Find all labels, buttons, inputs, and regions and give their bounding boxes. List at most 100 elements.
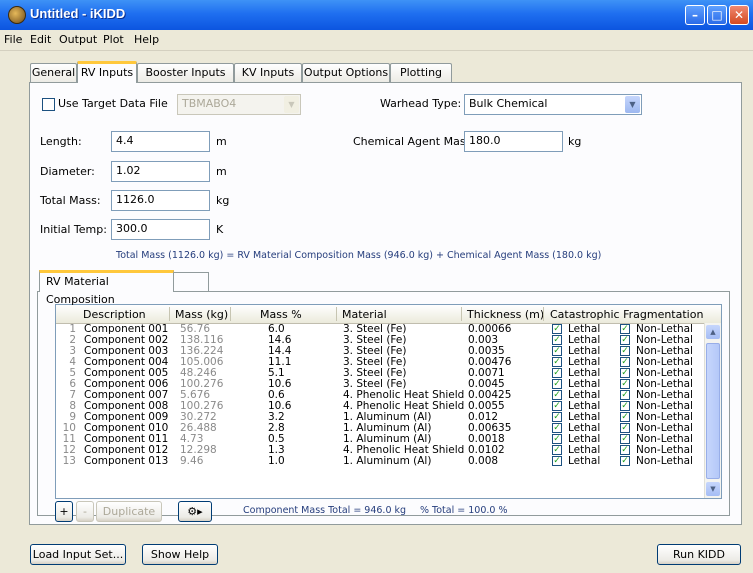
initial-temp-unit: K	[216, 223, 224, 236]
maximize-button[interactable]: □	[707, 5, 727, 25]
nonlethal-checkbox[interactable]: ✓	[620, 423, 630, 433]
cell-mass[interactable]: 9.46	[180, 456, 203, 467]
show-help-button[interactable]: Show Help	[142, 544, 218, 565]
menu-edit[interactable]: Edit	[30, 33, 51, 46]
menu-plot[interactable]: Plot	[103, 33, 124, 46]
table-header: Description Mass (kg) Mass % Material Th…	[56, 305, 721, 324]
nonlethal-checkbox[interactable]: ✓	[620, 412, 630, 422]
agent-mass-field[interactable]: 180.0	[464, 131, 563, 152]
lethal-checkbox[interactable]: ✓	[552, 357, 562, 367]
nonlethal-checkbox[interactable]: ✓	[620, 346, 630, 356]
warhead-type-label: Warhead Type:	[380, 97, 462, 110]
remove-row-button[interactable]: -	[76, 501, 94, 522]
window-title: Untitled - iKIDD	[30, 6, 126, 21]
app-icon	[8, 6, 26, 24]
cell-thickness[interactable]: 0.008	[468, 456, 498, 467]
total-mass-unit: kg	[216, 194, 230, 207]
app-window: Untitled - iKIDD – □ ✕ File Edit Output …	[0, 0, 753, 573]
menu-help[interactable]: Help	[134, 33, 159, 46]
cell-material[interactable]: 1. Aluminum (Al)	[343, 456, 431, 467]
table-row[interactable]: 13 Component 013 9.46 1.0 1. Aluminum (Al) 0.…	[56, 456, 706, 467]
lethal-checkbox[interactable]: ✓	[552, 445, 562, 455]
add-row-button[interactable]: +	[55, 501, 73, 522]
initial-temp-field[interactable]: 300.0	[111, 219, 210, 240]
tab-rv-inputs[interactable]: RV Inputs	[77, 61, 137, 83]
nonlethal-checkbox[interactable]: ✓	[620, 379, 630, 389]
diameter-label: Diameter:	[40, 165, 95, 178]
scroll-thumb[interactable]	[706, 343, 720, 479]
lethal-checkbox[interactable]: ✓	[552, 434, 562, 444]
col-material[interactable]: Material	[342, 308, 387, 321]
tab-kv-inputs[interactable]: KV Inputs	[234, 63, 302, 82]
lethal-label: Lethal	[568, 455, 601, 467]
scroll-down-icon[interactable]: ▼	[706, 482, 720, 496]
component-mass-total: Component Mass Total = 946.0 kg	[243, 505, 407, 516]
use-target-checkbox[interactable]	[42, 98, 55, 111]
title-bar[interactable]: Untitled - iKIDD – □ ✕	[0, 0, 753, 31]
duplicate-button[interactable]: Duplicate	[96, 501, 162, 522]
nonlethal-checkbox[interactable]: ✓	[620, 368, 630, 378]
lethal-checkbox[interactable]: ✓	[552, 368, 562, 378]
load-input-set-button[interactable]: Load Input Set...	[30, 544, 126, 565]
agent-mass-label: Chemical Agent Mass:	[353, 135, 475, 148]
cell-mass-pct[interactable]: 1.0	[268, 456, 285, 467]
tab-output-options[interactable]: Output Options	[302, 63, 390, 82]
lethal-checkbox[interactable]: ✓	[552, 401, 562, 411]
total-mass-field[interactable]: 1126.0	[111, 190, 210, 211]
scroll-up-icon[interactable]: ▲	[706, 325, 720, 339]
nonlethal-checkbox[interactable]: ✓	[620, 434, 630, 444]
nonlethal-checkbox[interactable]: ✓	[620, 401, 630, 411]
col-thickness[interactable]: Thickness (m)	[467, 308, 544, 321]
row-number[interactable]: 13	[56, 456, 76, 467]
total-mass-label: Total Mass:	[40, 194, 101, 207]
lethal-checkbox[interactable]: ✓	[552, 335, 562, 345]
lethal-checkbox[interactable]: ✓	[552, 324, 562, 334]
nonlethal-checkbox[interactable]: ✓	[620, 390, 630, 400]
cell-description[interactable]: Component 013	[84, 456, 168, 467]
menu-bar: File Edit Output Plot Help	[0, 30, 753, 51]
composition-table: Description Mass (kg) Mass % Material Th…	[55, 304, 722, 499]
nonlethal-checkbox[interactable]: ✓	[620, 357, 630, 367]
nonlethal-checkbox[interactable]: ✓	[620, 335, 630, 345]
length-field[interactable]: 4.4	[111, 131, 210, 152]
lethal-checkbox[interactable]: ✓	[552, 379, 562, 389]
use-target-label: Use Target Data File	[58, 97, 168, 110]
lethal-checkbox[interactable]: ✓	[552, 412, 562, 422]
lethal-checkbox[interactable]: ✓	[552, 390, 562, 400]
menu-output[interactable]: Output	[59, 33, 97, 46]
length-unit: m	[216, 135, 227, 148]
target-file-select[interactable]: TBMABO4 ▼	[177, 94, 301, 115]
tab-general[interactable]: General	[30, 63, 77, 82]
tab-booster-inputs[interactable]: Booster Inputs	[137, 63, 234, 82]
lethal-checkbox[interactable]: ✓	[552, 423, 562, 433]
col-fragmentation[interactable]: Catastrophic Fragmentation	[550, 308, 703, 321]
lethal-checkbox[interactable]: ✓	[552, 456, 562, 466]
mass-equation-note: Total Mass (1126.0 kg) = RV Material Com…	[116, 250, 602, 261]
diameter-field[interactable]: 1.02	[111, 161, 210, 182]
tab-rv-material-composition[interactable]: RV Material Composition	[39, 270, 174, 306]
warhead-type-value: Bulk Chemical	[469, 97, 548, 110]
agent-mass-unit: kg	[568, 135, 582, 148]
close-button[interactable]: ✕	[729, 5, 749, 25]
options-menu-button[interactable]: ⚙▸	[178, 501, 212, 522]
minimize-button[interactable]: –	[685, 5, 705, 25]
nonlethal-checkbox[interactable]: ✓	[620, 456, 630, 466]
nonlethal-checkbox[interactable]: ✓	[620, 324, 630, 334]
target-file-value: TBMABO4	[182, 97, 237, 110]
initial-temp-label: Initial Temp:	[40, 223, 107, 236]
lethal-checkbox[interactable]: ✓	[552, 346, 562, 356]
nonlethal-checkbox[interactable]: ✓	[620, 445, 630, 455]
col-description[interactable]: Description	[83, 308, 146, 321]
chevron-down-icon: ▼	[284, 96, 299, 113]
tab-blank[interactable]	[173, 272, 209, 292]
warhead-type-select[interactable]: Bulk Chemical ▼	[464, 94, 642, 115]
menu-file[interactable]: File	[4, 33, 22, 46]
col-mass-pct[interactable]: Mass %	[260, 308, 302, 321]
gear-icon: ⚙▸	[187, 505, 203, 518]
nonlethal-label: Non-Lethal	[636, 455, 693, 467]
col-mass[interactable]: Mass (kg)	[175, 308, 228, 321]
length-label: Length:	[40, 135, 82, 148]
run-kidd-button[interactable]: Run KIDD	[657, 544, 741, 565]
tab-plotting[interactable]: Plotting	[390, 63, 452, 82]
vertical-scrollbar[interactable]: ▲ ▼	[704, 323, 721, 498]
